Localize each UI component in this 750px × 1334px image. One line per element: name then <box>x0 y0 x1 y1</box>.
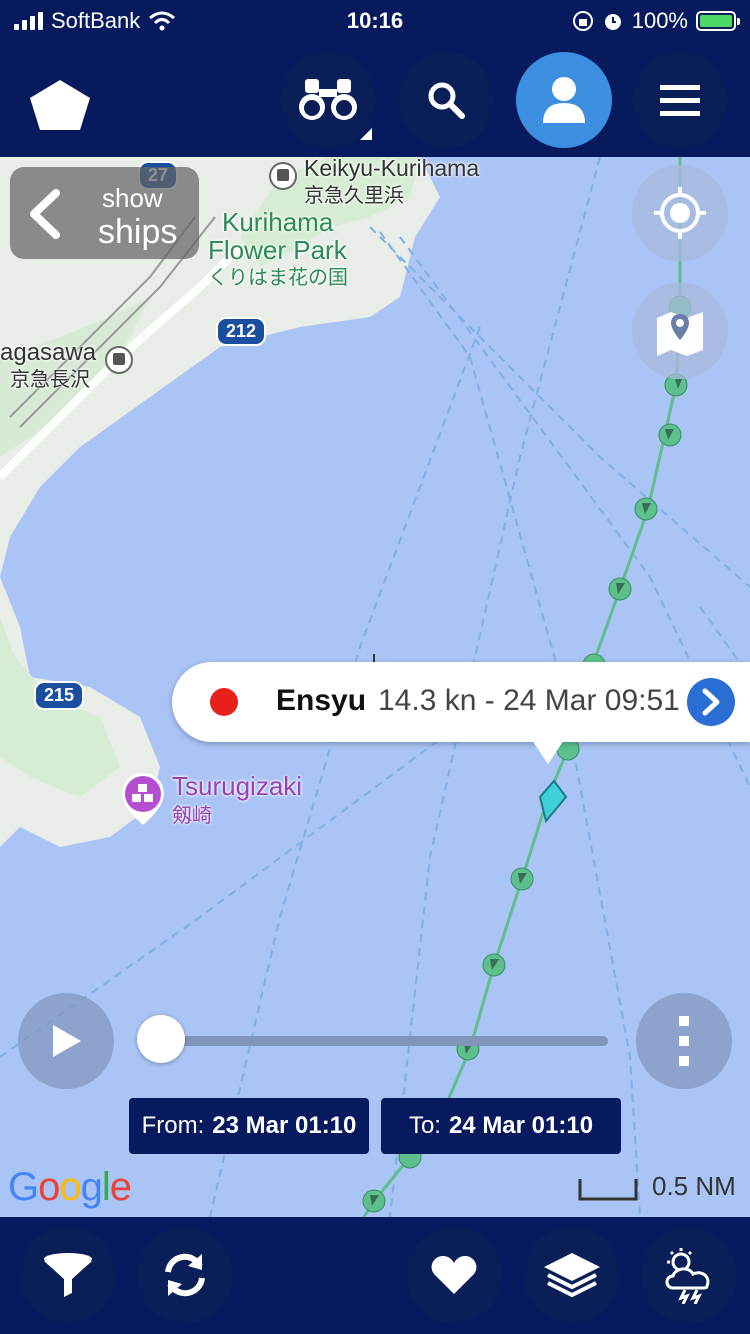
landmark-pin-icon <box>122 773 164 825</box>
map-pin-icon <box>657 312 703 356</box>
more-options-button[interactable] <box>636 993 732 1089</box>
search-button[interactable] <box>398 52 494 148</box>
playback-slider-track[interactable] <box>160 1036 608 1046</box>
refresh-button[interactable] <box>137 1227 233 1323</box>
filter-icon <box>44 1253 92 1297</box>
refresh-icon <box>165 1253 205 1297</box>
google-letter: l <box>101 1165 111 1209</box>
to-value: 24 Mar 01:10 <box>448 1112 594 1139</box>
layers-button[interactable] <box>524 1227 620 1323</box>
ship-status-dot <box>210 688 238 716</box>
heart-icon <box>431 1256 477 1294</box>
weather-icon <box>665 1248 710 1304</box>
account-button[interactable] <box>516 52 612 148</box>
chevron-left-icon <box>30 189 60 239</box>
map-pin-button[interactable] <box>632 283 728 379</box>
scale-label: 0.5 NM <box>652 1171 736 1201</box>
route-badge-212: 212 <box>216 317 267 346</box>
play-button[interactable] <box>18 993 114 1089</box>
favorites-button[interactable] <box>406 1227 502 1323</box>
google-letter: o <box>38 1165 60 1209</box>
to-date-button[interactable]: To: 24 Mar 01:10 <box>381 1098 621 1154</box>
hamburger-icon <box>660 85 700 116</box>
battery-percent: 100% <box>631 8 688 33</box>
playback-slider-knob[interactable] <box>137 1015 185 1063</box>
show-ships-line1: show <box>102 183 163 213</box>
google-letter: e <box>109 1165 132 1209</box>
crosshair-icon <box>654 187 706 239</box>
show-ships-line2: ships <box>98 213 178 251</box>
place-tsurugizaki: Tsurugizaki <box>172 771 303 801</box>
locate-me-button[interactable] <box>632 165 728 261</box>
user-icon <box>543 77 585 123</box>
map-view[interactable]: 27 212 215 Keikyu-Kurihama 京急久里浜 Kuriham… <box>0 157 750 1217</box>
train-station-icon <box>269 162 297 190</box>
battery-charging-icon <box>696 11 740 31</box>
play-icon <box>53 1025 81 1057</box>
ship-name: Ensyu <box>276 684 367 717</box>
top-navbar <box>0 40 750 157</box>
google-letter: g <box>80 1165 103 1209</box>
status-bar: SoftBank 10:16 100% <box>0 0 750 40</box>
from-date-button[interactable]: From: 23 Mar 01:10 <box>129 1098 369 1154</box>
filter-button[interactable] <box>20 1227 116 1323</box>
show-ships-button[interactable]: show ships <box>10 167 199 259</box>
binoculars-button[interactable] <box>280 52 376 148</box>
status-right: 100% <box>572 8 740 34</box>
place-kurihama: Kurihama <box>222 207 334 237</box>
alarm-icon <box>604 14 621 30</box>
ship-info: 14.3 kn - 24 Mar 09:51 <box>378 684 680 717</box>
train-station-icon <box>105 346 133 374</box>
search-icon <box>428 82 465 119</box>
google-letter: G <box>8 1165 39 1209</box>
ship-popup[interactable]: Ensyu 14.3 kn - 24 Mar 09:51 <box>172 662 750 764</box>
weather-button[interactable] <box>641 1227 737 1323</box>
chevron-right-icon <box>702 688 720 716</box>
pentagon-logo-icon[interactable] <box>28 78 92 132</box>
place-nagasawa-jp: 京急長沢 <box>10 369 90 391</box>
menu-button[interactable] <box>632 52 728 148</box>
layers-icon <box>544 1253 600 1298</box>
binoculars-icon <box>299 79 357 120</box>
from-label: From: <box>141 1112 205 1139</box>
place-flower-park-jp: くりはま花の国 <box>208 267 348 289</box>
route-badge-215: 215 <box>34 681 85 710</box>
ship-details-button[interactable] <box>687 678 735 726</box>
to-label: To: <box>408 1112 441 1139</box>
google-attribution: Google <box>8 1165 132 1210</box>
bottom-toolbar <box>0 1217 750 1334</box>
google-letter: o <box>59 1165 81 1209</box>
ship-position-marker <box>538 779 568 824</box>
vertical-dots-icon <box>679 1016 689 1066</box>
dropdown-corner-icon <box>360 128 372 140</box>
from-value: 23 Mar 01:10 <box>212 1112 357 1139</box>
scale-bar <box>578 1179 638 1201</box>
place-keikyu-kurihama-jp: 京急久里浜 <box>304 185 404 207</box>
orientation-lock-icon <box>572 11 593 31</box>
place-tsurugizaki-jp: 剱崎 <box>172 805 212 827</box>
